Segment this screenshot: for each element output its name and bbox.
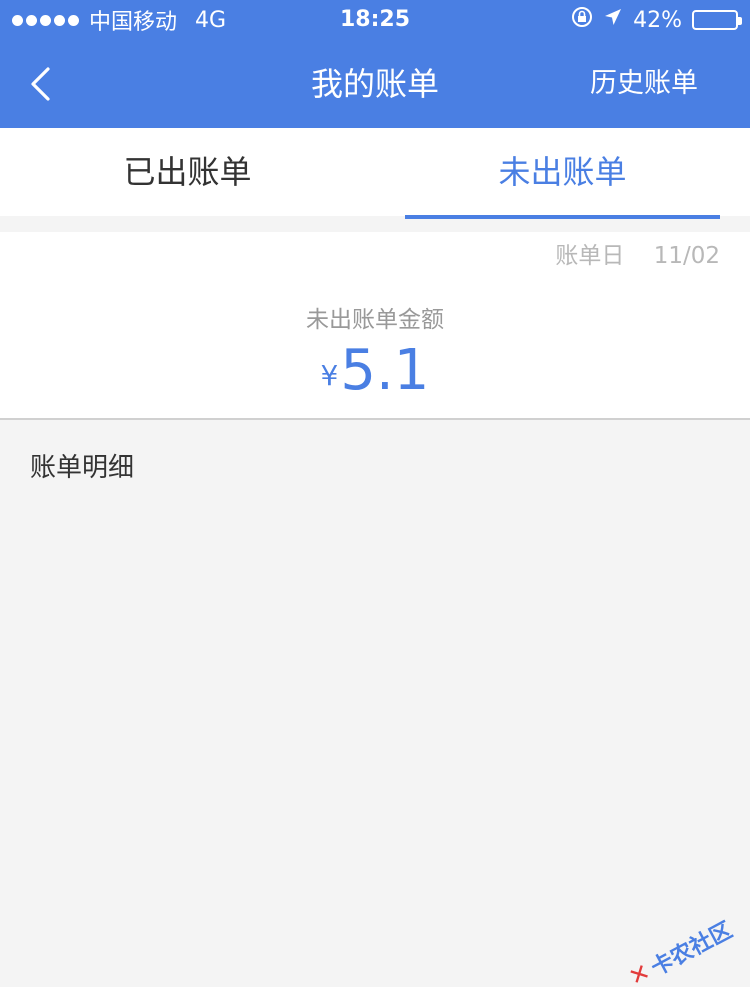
- amount-display: ¥5.1: [0, 338, 750, 403]
- bill-date: 账单日 11/02: [555, 242, 720, 270]
- bill-page: 中国移动 4G 18:25 42% 我的账单 历史账单 已出账单 未出账单 账单…: [0, 0, 750, 987]
- battery-icon: [692, 10, 742, 30]
- status-bar: 中国移动 4G 18:25 42%: [0, 0, 750, 40]
- status-right: 42%: [571, 6, 742, 34]
- tab-issued-bills[interactable]: 已出账单: [0, 128, 375, 216]
- bill-tabs: 已出账单 未出账单: [0, 128, 750, 219]
- battery-percent: 42%: [633, 7, 682, 33]
- header: 中国移动 4G 18:25 42% 我的账单 历史账单: [0, 0, 750, 128]
- watermark-text: 卡农社区: [647, 917, 737, 982]
- location-arrow-icon: [603, 7, 623, 33]
- tab-unissued-bills[interactable]: 未出账单: [375, 128, 750, 219]
- amount-label: 未出账单金额: [306, 307, 444, 333]
- orientation-lock-icon: [571, 6, 593, 34]
- bill-detail-title: 账单明细: [30, 453, 135, 483]
- amount-value: 5.1: [340, 338, 430, 403]
- bill-date-label: 账单日: [555, 243, 625, 269]
- bill-summary: 账单日 11/02 未出账单金额 ¥5.1: [0, 232, 750, 420]
- history-bills-button[interactable]: 历史账单: [590, 60, 698, 108]
- bill-date-value: 11/02: [653, 243, 720, 269]
- currency-symbol: ¥: [320, 359, 339, 392]
- watermark-logo: ✕ 卡农社区: [623, 913, 737, 987]
